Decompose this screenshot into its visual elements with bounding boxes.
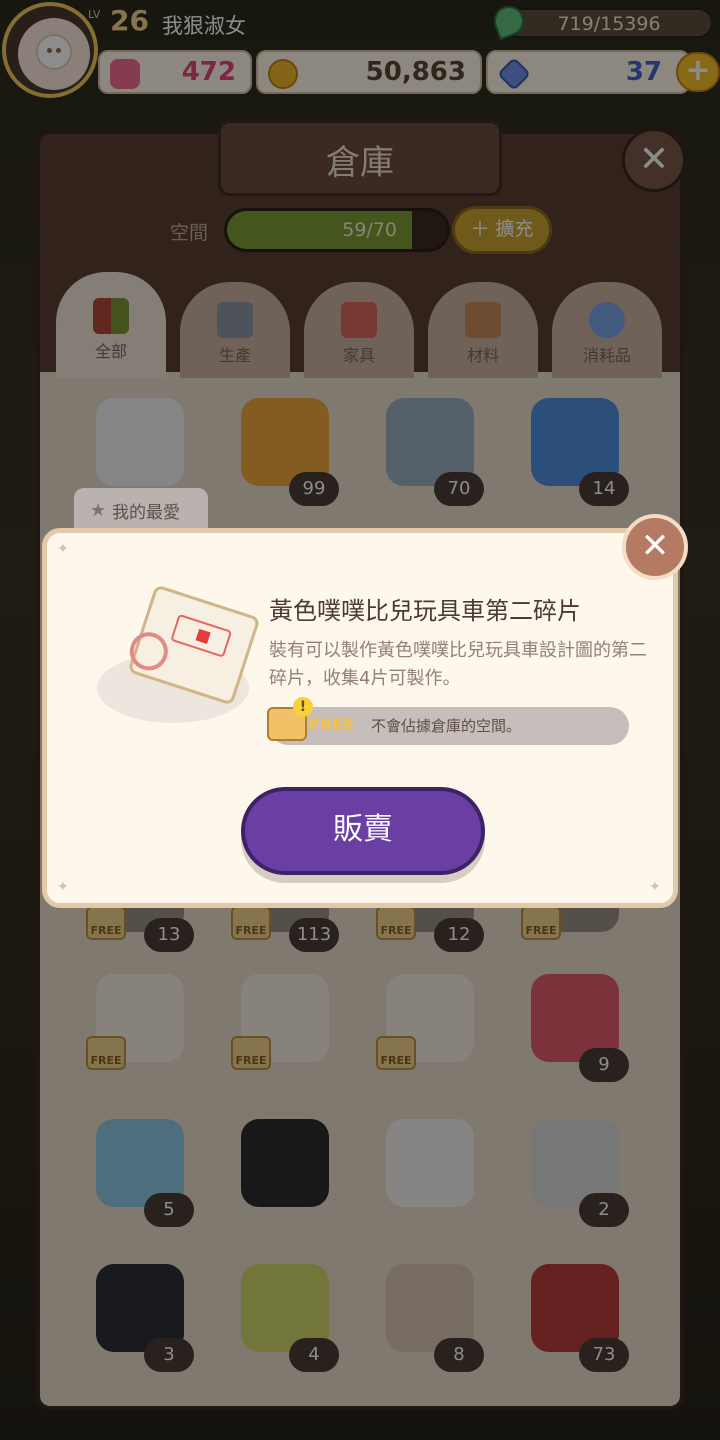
exclamation-icon: ! [293,697,313,717]
star-icon: ★ [90,500,107,521]
stamp-icon [170,613,233,658]
swirl-icon [124,627,173,676]
free-text: 不會佔據倉庫的空間。 [371,717,522,735]
sell-button[interactable]: 販賣 [241,787,485,875]
corner-ornament-icon: ✦ [57,879,69,895]
item-description: 裝有可以製作黃色噗噗比兒玩具車設計圖的第二碎片，收集4片可製作。 [269,640,647,689]
favorites-tag[interactable]: ★ 我的最愛 [74,488,208,532]
item-detail-popup: ✦ ✦ ✦ ✦ 黃色噗噗比兒玩具車第二碎片 裝有可以製作黃色噗噗比兒玩具車設計圖… [42,528,678,908]
favorites-label: 我的最愛 [112,503,180,523]
free-label: FREE [309,715,355,734]
item-title: 黃色噗噗比兒玩具車第二碎片 [269,597,581,625]
corner-ornament-icon: ✦ [57,541,69,557]
corner-ornament-icon: ✦ [649,879,661,895]
free-storage-icon: ! [267,697,313,741]
close-popup-button[interactable]: ✕ [622,514,688,580]
